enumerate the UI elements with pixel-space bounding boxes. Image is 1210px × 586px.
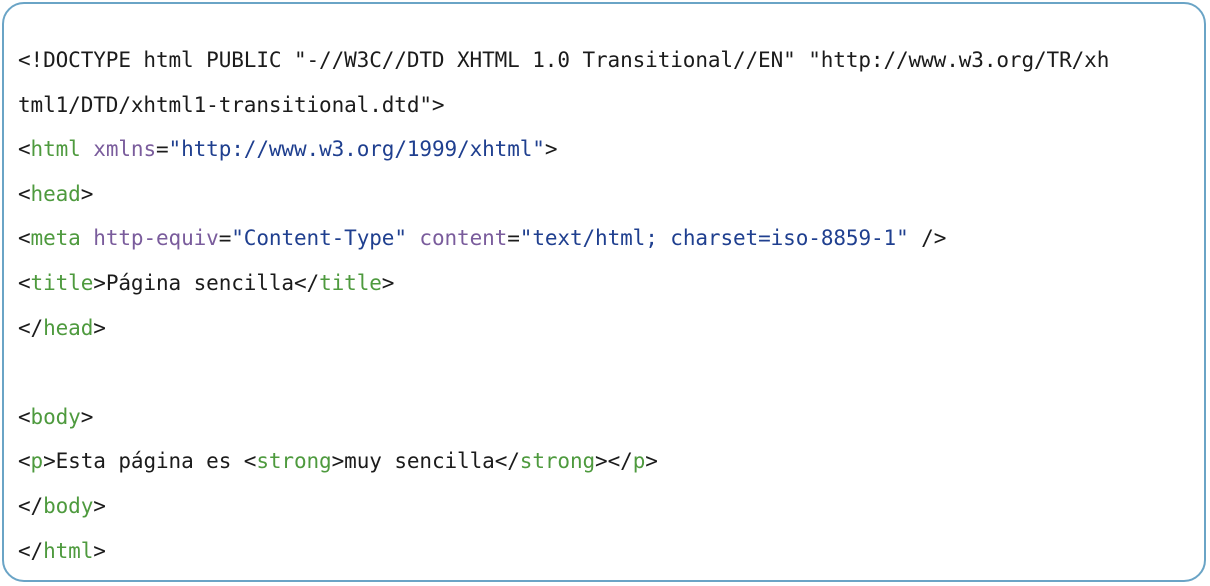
doctype-text-part-2: tml1/DTD/xhtml1-transitional.dtd"> xyxy=(18,92,445,117)
body-close-tag-name: body xyxy=(43,493,94,518)
strong-close-lt: </ xyxy=(494,449,520,474)
title-close-tag-name: title xyxy=(319,270,382,295)
html-close-gt: > xyxy=(93,538,106,563)
code-line-title: <title>Página sencilla</title> xyxy=(18,261,1190,306)
title-open-lt: < xyxy=(18,270,31,295)
p-open-lt: < xyxy=(18,449,31,474)
head-open-gt: > xyxy=(80,181,94,206)
code-line-paragraph: <p>Esta página es <strong>muy sencilla</… xyxy=(18,439,1190,484)
code-line-head-open: <head> xyxy=(18,172,1190,217)
doctype-text-part-1: <!DOCTYPE html PUBLIC "-//W3C//DTD XHTML… xyxy=(18,48,1110,72)
meta-end: /> xyxy=(908,226,947,251)
strong-open-gt: > xyxy=(331,449,345,474)
code-line-html-close: </html> xyxy=(18,529,1190,574)
html-open-space xyxy=(81,137,94,161)
p-close-gt: > xyxy=(645,449,658,474)
meta-lt: < xyxy=(18,226,31,251)
strong-text: muy sencilla xyxy=(344,449,495,474)
body-close-lt: </ xyxy=(18,493,44,518)
xmlns-value: "http://www.w3.org/1999/xhtml" xyxy=(168,137,545,162)
code-block: <!DOCTYPE html PUBLIC "-//W3C//DTD XHTML… xyxy=(2,2,1206,582)
strong-open-lt: < xyxy=(243,449,257,474)
p-open-gt: > xyxy=(43,449,56,474)
html-close-tag-name: html xyxy=(43,538,94,563)
strong-tag-name: strong xyxy=(256,449,332,474)
code-line-html-open: <html xmlns="http://www.w3.org/1999/xhtm… xyxy=(18,127,1190,172)
p-tag-name: p xyxy=(30,449,44,474)
code-line-head-close: </head> xyxy=(18,306,1190,351)
code-line-body-open: <body> xyxy=(18,395,1190,440)
code-line-meta: <meta http-equiv="Content-Type" content=… xyxy=(18,216,1190,261)
http-equiv-equals: = xyxy=(218,226,232,251)
meta-tag-name: meta xyxy=(30,226,81,251)
head-close-tag-name: head xyxy=(43,315,94,340)
code-line-doctype-2: tml1/DTD/xhtml1-transitional.dtd"> xyxy=(18,83,1190,128)
p-close-tag-name: p xyxy=(632,449,646,474)
title-tag-name: title xyxy=(30,270,94,295)
head-close-lt: </ xyxy=(18,315,44,340)
code-line-body-close: </body> xyxy=(18,484,1190,529)
meta-space-2 xyxy=(407,226,420,250)
body-close-gt: > xyxy=(93,493,106,518)
title-text: Página sencilla xyxy=(105,270,294,295)
body-open-lt: < xyxy=(18,404,31,429)
title-close-lt: </ xyxy=(293,270,320,295)
meta-space-1 xyxy=(81,226,94,250)
html-tag-name: html xyxy=(30,137,81,162)
title-close-gt: > xyxy=(381,270,395,295)
strong-close-gt-p-close-lt: ></ xyxy=(595,449,633,474)
xmlns-equals: = xyxy=(156,137,169,162)
body-open-gt: > xyxy=(80,404,94,429)
content-value: "text/html; charset=iso-8859-1" xyxy=(519,226,909,251)
body-tag-name: body xyxy=(30,404,81,429)
paragraph-text: Esta página es xyxy=(55,449,244,474)
strong-close-tag-name: strong xyxy=(519,449,596,474)
head-open-lt: < xyxy=(18,181,31,206)
html-open-gt: > xyxy=(544,137,558,162)
head-close-gt: > xyxy=(93,315,106,340)
html-close-lt: </ xyxy=(18,538,44,563)
http-equiv-attribute: http-equiv xyxy=(93,226,219,251)
html-open-lt: < xyxy=(18,137,31,162)
title-open-gt: > xyxy=(93,270,106,295)
http-equiv-value: "Content-Type" xyxy=(231,226,407,251)
xmlns-attribute: xmlns xyxy=(93,137,156,162)
head-tag-name: head xyxy=(30,181,81,206)
content-equals: = xyxy=(507,226,520,251)
content-attribute: content xyxy=(419,226,508,251)
code-line-doctype-1: <!DOCTYPE html PUBLIC "-//W3C//DTD XHTML… xyxy=(18,38,1190,83)
